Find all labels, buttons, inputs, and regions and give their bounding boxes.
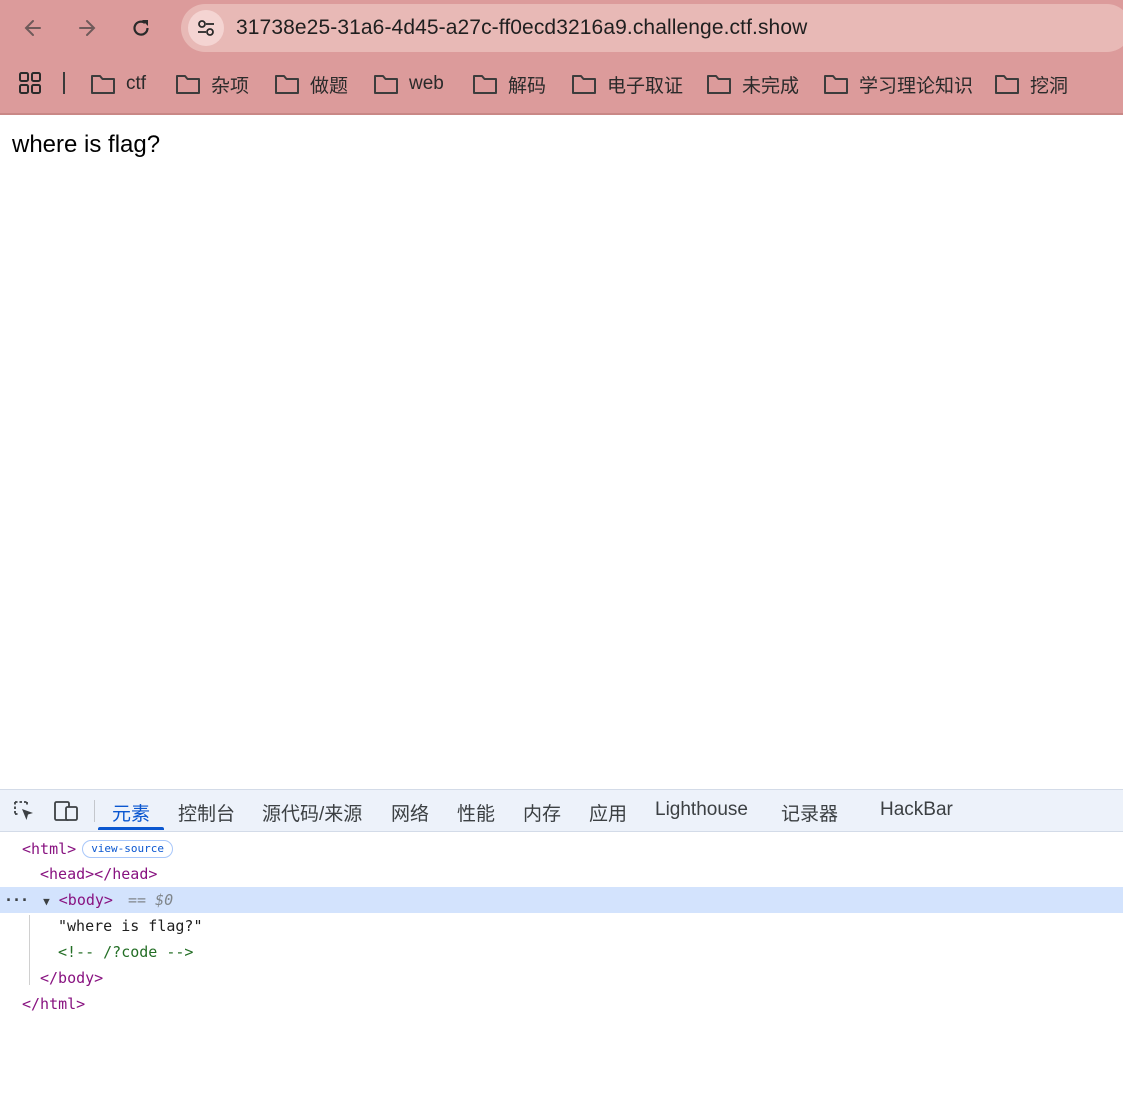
back-button[interactable] xyxy=(15,10,51,46)
indent-guide xyxy=(29,915,30,985)
bookmark-label: 未完成 xyxy=(742,75,800,97)
html-close-tag: </html> xyxy=(22,995,86,1013)
selected-node-marker: == $0 xyxy=(128,891,174,909)
bookmark-folder-forensics[interactable]: 电子取证 xyxy=(571,70,683,98)
tab-application[interactable]: 应用 xyxy=(589,799,627,826)
tab-hackbar[interactable]: HackBar xyxy=(880,799,953,821)
site-info-button[interactable] xyxy=(188,10,224,46)
head-tag: <head></head> xyxy=(40,865,158,883)
bookmark-folder-web[interactable]: web xyxy=(373,70,444,98)
expand-triangle-icon[interactable]: ▼ xyxy=(43,895,50,908)
bookmarks-separator xyxy=(63,72,65,94)
reload-icon xyxy=(133,20,149,36)
address-bar[interactable]: 31738e25-31a6-4d45-a27c-ff0ecd3216a9.cha… xyxy=(181,4,1123,52)
dom-node-body[interactable]: ··· ▼ <body> == $0 xyxy=(4,887,173,913)
folder-icon xyxy=(995,75,1019,94)
bookmark-label: 杂项 xyxy=(211,75,250,97)
folder-icon xyxy=(275,75,299,94)
text-node-content: "where is flag?" xyxy=(58,917,203,935)
bookmark-folder-misc[interactable]: 杂项 xyxy=(175,70,249,98)
reload-button[interactable] xyxy=(123,10,159,46)
folder-icon xyxy=(176,75,200,94)
folder-icon xyxy=(473,75,497,94)
tab-network[interactable]: 网络 xyxy=(391,799,429,826)
folder-icon xyxy=(91,75,115,94)
tab-elements[interactable]: 元素 xyxy=(112,799,150,826)
dom-node-html[interactable]: <html> view-source xyxy=(22,836,174,862)
devtools-divider xyxy=(94,800,95,822)
body-open-tag: <body> xyxy=(58,891,113,909)
inspect-element-icon[interactable] xyxy=(12,799,36,823)
bookmark-label: 做题 xyxy=(310,75,349,97)
bookmark-label: ctf xyxy=(126,73,147,94)
browser-toolbar: 31738e25-31a6-4d45-a27c-ff0ecd3216a9.cha… xyxy=(0,0,1123,56)
tab-performance[interactable]: 性能 xyxy=(457,799,495,826)
bookmark-label: 学习理论知识 xyxy=(859,75,974,97)
bookmark-folder-ctf[interactable]: ctf xyxy=(90,70,146,98)
dom-comment-node[interactable]: <!-- /?code --> xyxy=(58,939,193,965)
tab-console[interactable]: 控制台 xyxy=(178,799,235,826)
folder-icon xyxy=(824,75,848,94)
page-body-text: where is flag? xyxy=(12,131,161,158)
active-tab-indicator xyxy=(98,827,164,830)
tab-recorder[interactable]: 记录器 xyxy=(781,799,838,826)
tune-icon xyxy=(198,20,214,36)
apps-grid-icon[interactable] xyxy=(19,72,41,94)
body-close-tag: </body> xyxy=(40,969,104,987)
bookmark-folder-practice[interactable]: 做题 xyxy=(274,70,348,98)
devtools-panel: 元素 控制台 源代码/来源 网络 性能 内存 应用 Lighthouse 记录器… xyxy=(0,789,1123,1097)
device-toolbar-icon[interactable] xyxy=(53,799,79,823)
folder-icon xyxy=(572,75,596,94)
folder-icon xyxy=(374,75,398,94)
bookmark-folder-decode[interactable]: 解码 xyxy=(472,70,546,98)
bookmark-folder-theory[interactable]: 学习理论知识 xyxy=(823,70,973,98)
devtools-tab-bar: 元素 控制台 源代码/来源 网络 性能 内存 应用 Lighthouse 记录器… xyxy=(0,790,1123,832)
more-options-icon[interactable]: ··· xyxy=(4,891,29,909)
forward-button[interactable] xyxy=(69,10,105,46)
dom-text-node[interactable]: "where is flag?" xyxy=(58,913,203,939)
dom-node-head[interactable]: <head></head> xyxy=(40,861,157,887)
bookmarks-bar: ctf 杂项 做题 web 解码 电子取证 未完成 学习理论知识 挖洞 xyxy=(0,56,1123,115)
bookmark-label: 解码 xyxy=(508,75,547,97)
arrow-left-icon xyxy=(24,20,41,36)
bookmark-label: 电子取证 xyxy=(607,75,684,97)
bookmark-folder-unfinished[interactable]: 未完成 xyxy=(706,70,799,98)
dom-node-html-close[interactable]: </html> xyxy=(22,991,85,1017)
dom-node-body-close[interactable]: </body> xyxy=(40,965,103,991)
bookmark-folder-bughunt[interactable]: 挖洞 xyxy=(994,70,1068,98)
bookmark-label: 挖洞 xyxy=(1030,75,1069,97)
url-text[interactable]: 31738e25-31a6-4d45-a27c-ff0ecd3216a9.cha… xyxy=(236,16,807,40)
bookmark-label: web xyxy=(409,73,444,94)
tab-memory[interactable]: 内存 xyxy=(523,799,561,826)
comment-content: <!-- /?code --> xyxy=(58,943,194,961)
view-source-badge[interactable]: view-source xyxy=(82,840,174,858)
arrow-right-icon xyxy=(79,20,96,36)
tab-sources[interactable]: 源代码/来源 xyxy=(262,799,362,826)
folder-icon xyxy=(707,75,731,94)
html-open-tag: <html> xyxy=(22,840,77,858)
tab-lighthouse[interactable]: Lighthouse xyxy=(655,799,748,821)
